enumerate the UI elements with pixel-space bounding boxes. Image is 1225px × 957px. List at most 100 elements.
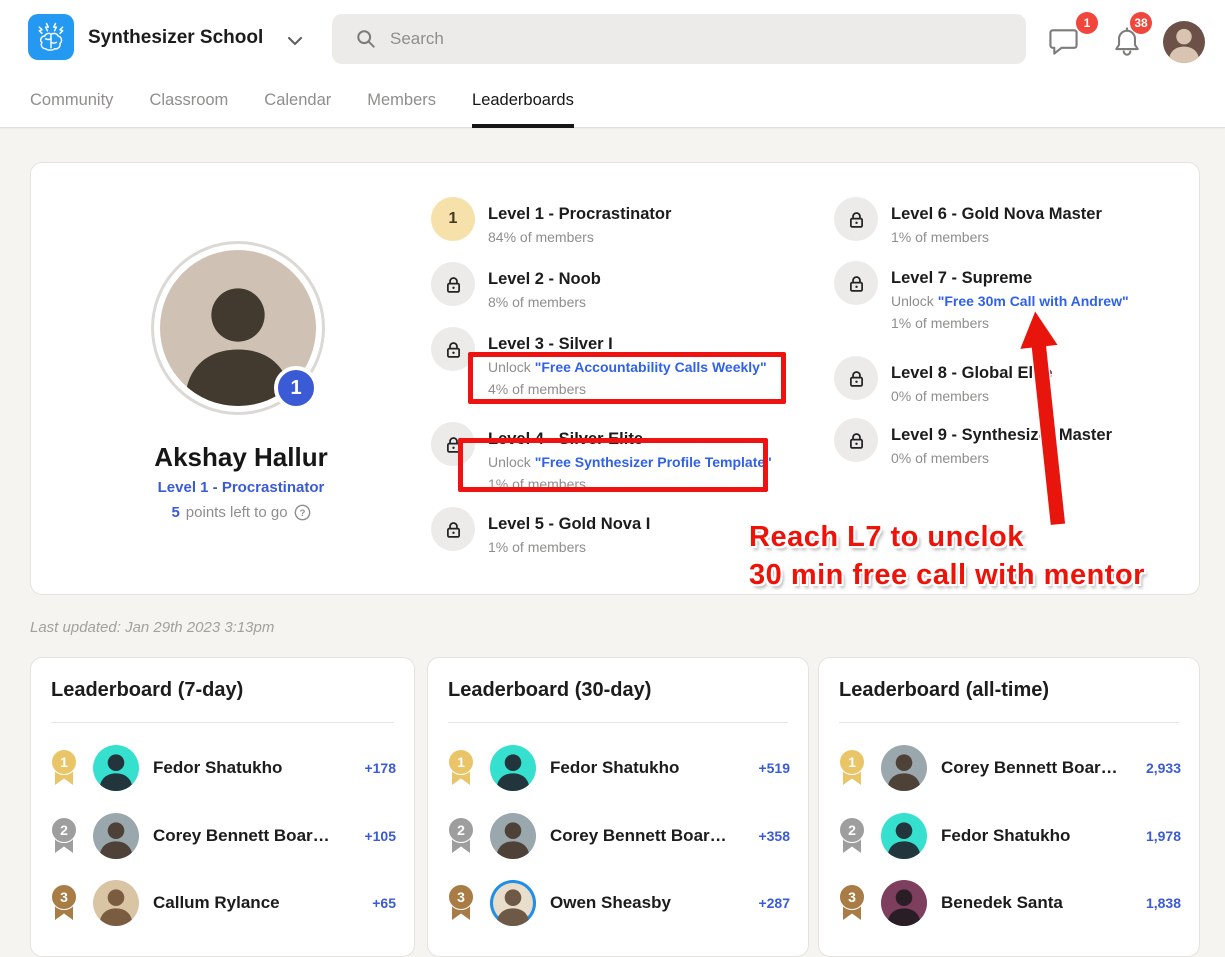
svg-text:3: 3 [60, 889, 68, 905]
leaderboard-row[interactable]: 1 Fedor Shatukho +519 [446, 738, 790, 798]
lock-icon [847, 369, 866, 388]
leaderboard-row[interactable]: 2 Corey Bennett Boar… +105 [49, 806, 396, 866]
avatar [93, 745, 139, 791]
member-points: +178 [364, 760, 396, 776]
member-name[interactable]: Fedor Shatukho [153, 758, 350, 778]
leaderboard-row[interactable]: 1 Fedor Shatukho +178 [49, 738, 396, 798]
level-title: Level 8 - Global Elite [891, 361, 1052, 385]
person-silhouette-icon [881, 816, 927, 859]
member-points: +519 [758, 760, 790, 776]
leaderboard-row[interactable]: 1 Corey Bennett Boar… 2,933 [837, 738, 1181, 798]
level-members: 1% of members [488, 473, 772, 495]
member-name[interactable]: Owen Sheasby [550, 893, 744, 913]
level-item-2: Level 2 - Noob 8% of members [431, 262, 601, 313]
level-item-1: 1 Level 1 - Procrastinator 84% of member… [431, 197, 671, 248]
tab-calendar[interactable]: Calendar [264, 80, 331, 128]
user-avatar[interactable] [1163, 21, 1205, 63]
svg-text:1: 1 [457, 754, 465, 770]
avatar [881, 813, 927, 859]
member-points: 2,933 [1146, 760, 1181, 776]
level-members: 84% of members [488, 226, 671, 248]
divider [839, 722, 1179, 723]
level-title: Level 7 - Supreme [891, 266, 1129, 290]
medal-gold-icon: 1 [49, 749, 79, 787]
profile-points: 5 points left to go ? [31, 504, 451, 521]
level-lock-badge [834, 261, 878, 305]
leaderboard-row[interactable]: 2 Corey Bennett Boar… +358 [446, 806, 790, 866]
leaderboard-row[interactable]: 3 Callum Rylance +65 [49, 873, 396, 933]
leaderboard-row[interactable]: 2 Fedor Shatukho 1,978 [837, 806, 1181, 866]
main-nav: Community Classroom Calendar Members Lea… [30, 80, 574, 128]
tab-classroom[interactable]: Classroom [149, 80, 228, 128]
chevron-down-icon[interactable] [288, 33, 302, 51]
avatar [490, 813, 536, 859]
unlock-reward-link: "Free 30m Call with Andrew" [938, 293, 1129, 309]
level-title: Level 4 - Silver Elite [488, 427, 772, 451]
level-members: 1% of members [891, 226, 1102, 248]
lock-icon [847, 210, 866, 229]
level-item-4: Level 4 - Silver Elite Unlock "Free Synt… [431, 422, 772, 495]
tab-members[interactable]: Members [367, 80, 436, 128]
divider [51, 722, 394, 723]
medal-silver-icon: 2 [837, 817, 867, 855]
medal-bronze-icon: 3 [49, 884, 79, 922]
member-points: +105 [364, 828, 396, 844]
brain-logo-icon [33, 19, 69, 55]
svg-text:1: 1 [60, 754, 68, 770]
level-unlock: Unlock "Free Accountability Calls Weekly… [488, 356, 767, 378]
avatar [490, 745, 536, 791]
member-name[interactable]: Corey Bennett Boar… [941, 758, 1132, 778]
profile-level-label[interactable]: Level 1 - Procrastinator [31, 479, 451, 496]
profile-name: Akshay Hallur [31, 442, 451, 473]
medal-bronze-icon: 3 [837, 884, 867, 922]
level-members: 1% of members [488, 536, 650, 558]
level-lock-badge [431, 262, 475, 306]
member-name[interactable]: Benedek Santa [941, 893, 1132, 913]
level-lock-badge [834, 197, 878, 241]
level-lock-badge [834, 418, 878, 462]
level-members: 4% of members [488, 378, 767, 400]
tab-community[interactable]: Community [30, 80, 113, 128]
member-points: 1,978 [1146, 828, 1181, 844]
medal-silver-icon: 2 [49, 817, 79, 855]
level-unlock: Unlock "Free Synthesizer Profile Templat… [488, 451, 772, 473]
member-points: +287 [758, 895, 790, 911]
community-name[interactable]: Synthesizer School [88, 27, 263, 49]
avatar [490, 880, 536, 926]
member-name[interactable]: Corey Bennett Boar… [153, 826, 350, 846]
member-points: 1,838 [1146, 895, 1181, 911]
level-members: 8% of members [488, 291, 601, 313]
profile-avatar[interactable]: 1 [151, 241, 325, 415]
leaderboard-row[interactable]: 3 Owen Sheasby +287 [446, 873, 790, 933]
tab-leaderboards[interactable]: Leaderboards [472, 80, 574, 128]
svg-text:3: 3 [848, 889, 856, 905]
lock-icon [847, 274, 866, 293]
last-updated: Last updated: Jan 29th 2023 3:13pm [30, 619, 274, 636]
community-logo[interactable] [28, 14, 74, 60]
question-icon[interactable]: ? [294, 504, 311, 521]
person-silhouette-icon [93, 883, 139, 926]
person-silhouette-icon [881, 748, 927, 791]
lock-icon [444, 275, 463, 294]
member-name[interactable]: Fedor Shatukho [941, 826, 1132, 846]
svg-text:2: 2 [60, 822, 68, 838]
leaderboard-title: Leaderboard (all-time) [839, 679, 1049, 702]
level-number-badge: 1 [431, 197, 475, 241]
svg-text:1: 1 [848, 754, 856, 770]
svg-text:3: 3 [457, 889, 465, 905]
leaderboard-row[interactable]: 3 Benedek Santa 1,838 [837, 873, 1181, 933]
member-name[interactable]: Fedor Shatukho [550, 758, 744, 778]
person-silhouette-icon [1163, 23, 1205, 63]
level-title: Level 3 - Silver I [488, 332, 767, 356]
person-silhouette-icon [881, 883, 927, 926]
person-silhouette-icon [93, 816, 139, 859]
avatar [93, 813, 139, 859]
unlock-reward-link: "Free Synthesizer Profile Template" [535, 454, 772, 470]
chat-icon[interactable] [1048, 26, 1079, 61]
search-input[interactable] [390, 29, 1010, 49]
level-item-8: Level 8 - Global Elite 0% of members [834, 356, 1052, 407]
person-silhouette-icon [490, 816, 536, 859]
member-name[interactable]: Corey Bennett Boar… [550, 826, 744, 846]
level-members: 1% of members [891, 312, 1129, 334]
member-name[interactable]: Callum Rylance [153, 893, 358, 913]
